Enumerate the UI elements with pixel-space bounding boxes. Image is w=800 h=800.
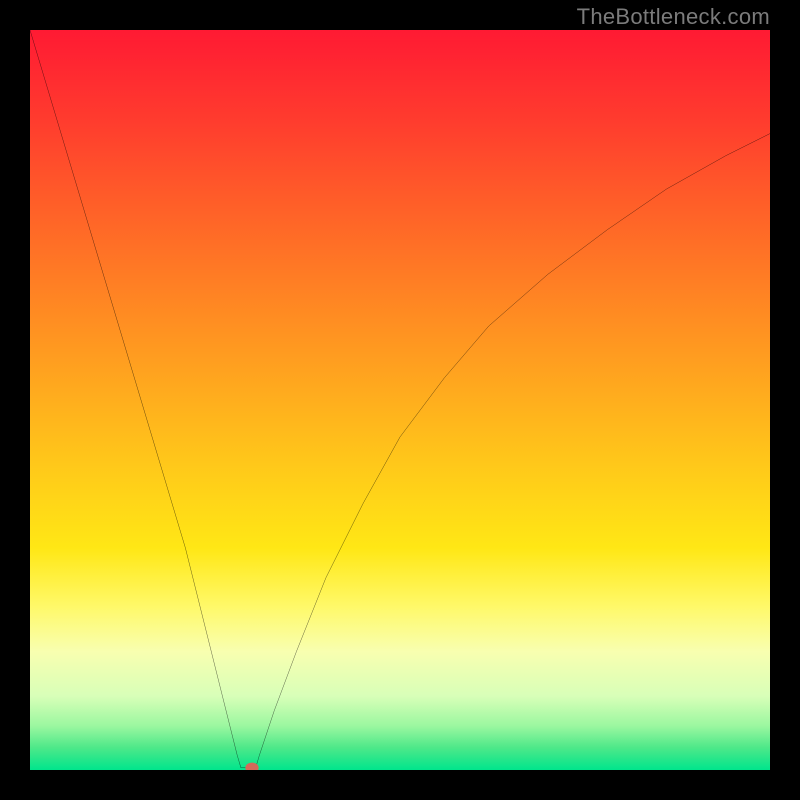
chart-frame: TheBottleneck.com [0,0,800,800]
watermark-text: TheBottleneck.com [577,4,770,30]
chart-curve-path [30,30,770,768]
chart-marker [245,763,258,770]
chart-svg [30,30,770,770]
chart-plot-area [30,30,770,770]
